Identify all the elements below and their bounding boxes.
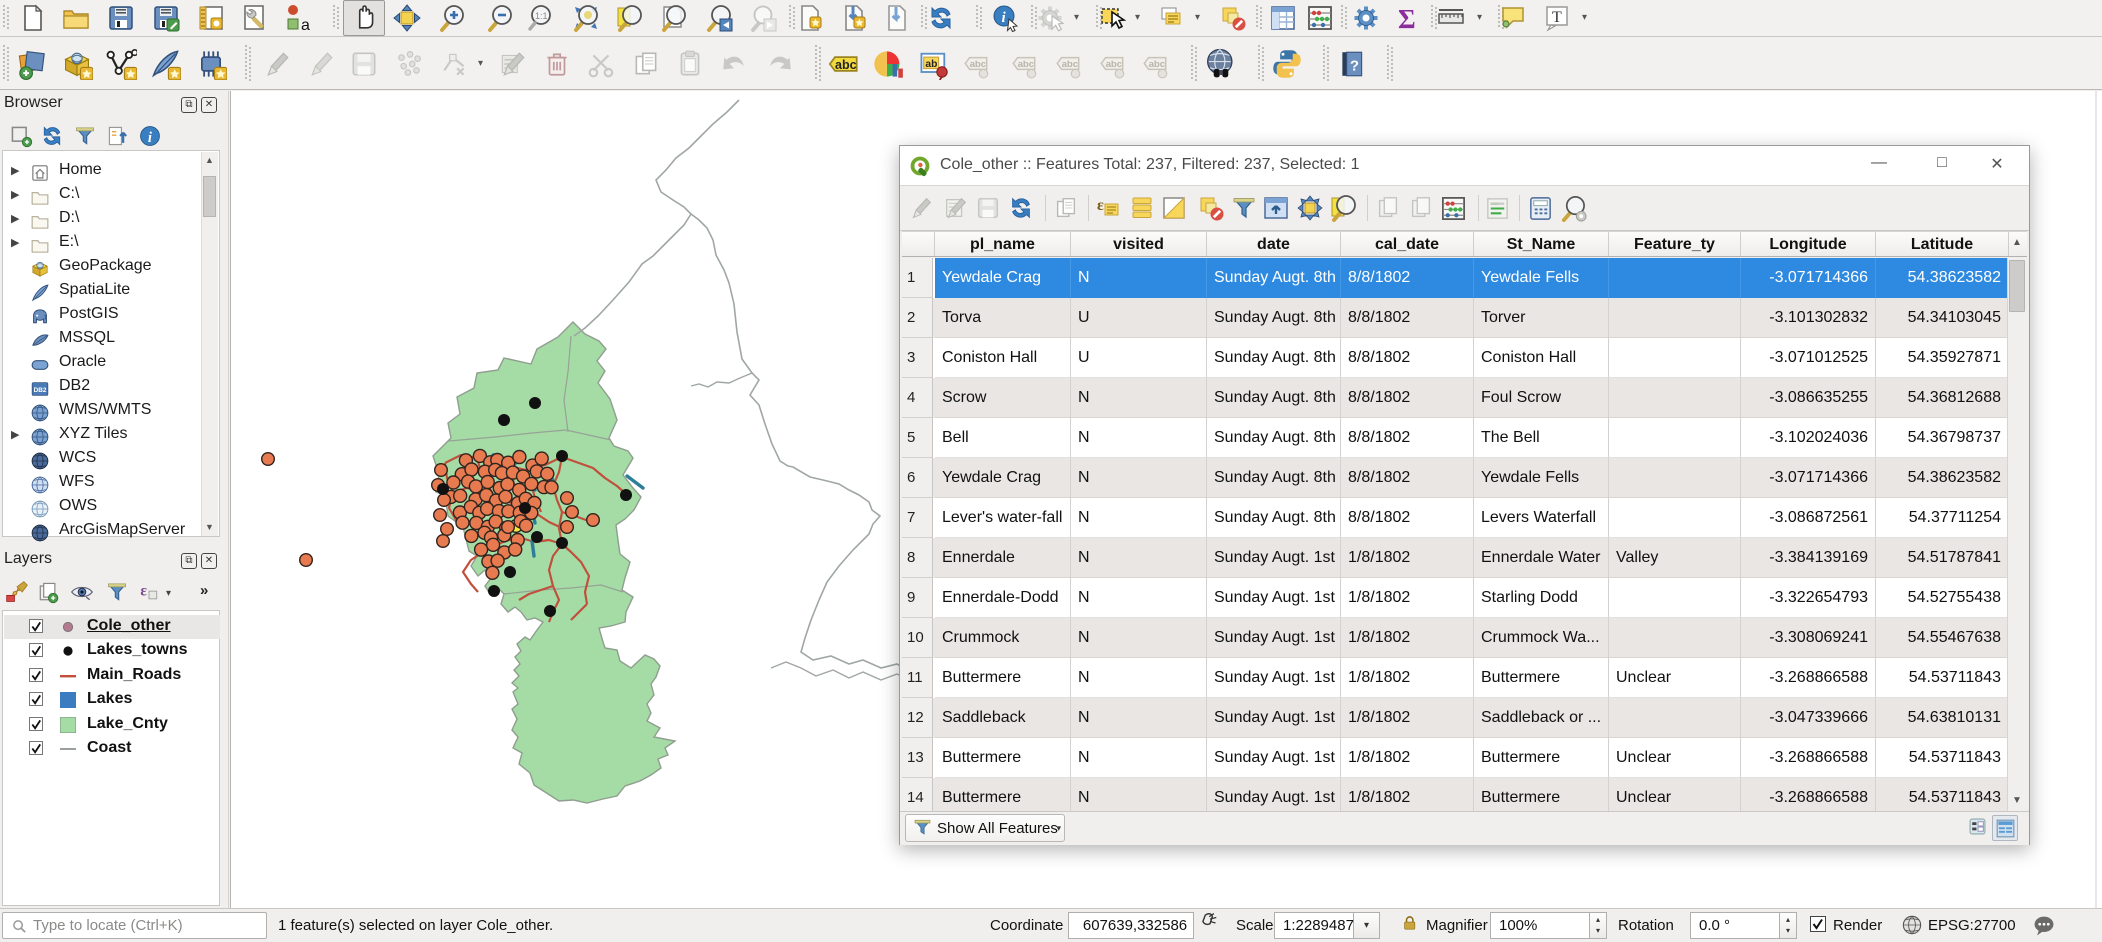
svg-text:abc: abc [1062, 59, 1079, 70]
svg-text:T: T [1552, 9, 1562, 26]
svg-text:a: a [301, 17, 310, 32]
svg-text:abc: abc [1106, 59, 1123, 70]
svg-text:?: ? [1350, 57, 1359, 74]
svg-text:ε: ε [140, 582, 147, 599]
svg-text:abc: abc [1018, 59, 1035, 70]
svg-text:ab: ab [925, 59, 937, 70]
svg-text:ε: ε [1097, 197, 1104, 214]
svg-text:abc: abc [835, 58, 857, 72]
svg-text:abc: abc [1149, 59, 1166, 70]
svg-text:Σ: Σ [1398, 4, 1416, 32]
svg-text:i: i [148, 130, 152, 146]
svg-text:abc: abc [970, 59, 987, 70]
svg-text:1:1: 1:1 [535, 11, 548, 21]
svg-text:DB2: DB2 [34, 387, 47, 394]
